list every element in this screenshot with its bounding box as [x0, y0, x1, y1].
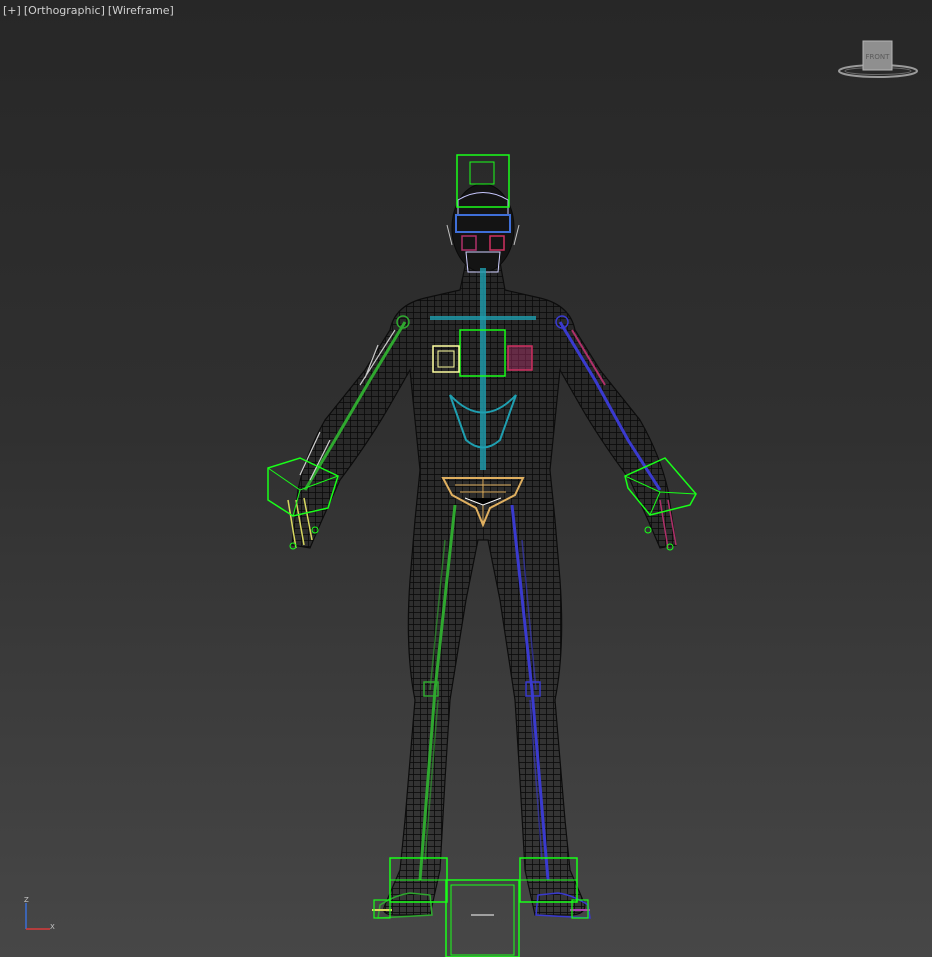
viewport-front-orthographic[interactable]: [+] [Orthographic] [Wireframe] FRONT Z X	[0, 0, 932, 957]
axis-tripod: Z X	[18, 893, 62, 937]
root-control[interactable]	[445, 879, 520, 957]
right-clavicle-control[interactable]	[507, 345, 533, 371]
viewcube-face-label: FRONT	[866, 53, 891, 61]
right-arm-bones[interactable]	[555, 315, 662, 491]
z-axis-label: Z	[24, 896, 29, 904]
viewcube[interactable]: FRONT	[836, 38, 920, 82]
head-mesh[interactable]	[446, 183, 520, 273]
character-rig-wireframe[interactable]	[0, 0, 932, 957]
x-axis-label: X	[50, 923, 55, 931]
